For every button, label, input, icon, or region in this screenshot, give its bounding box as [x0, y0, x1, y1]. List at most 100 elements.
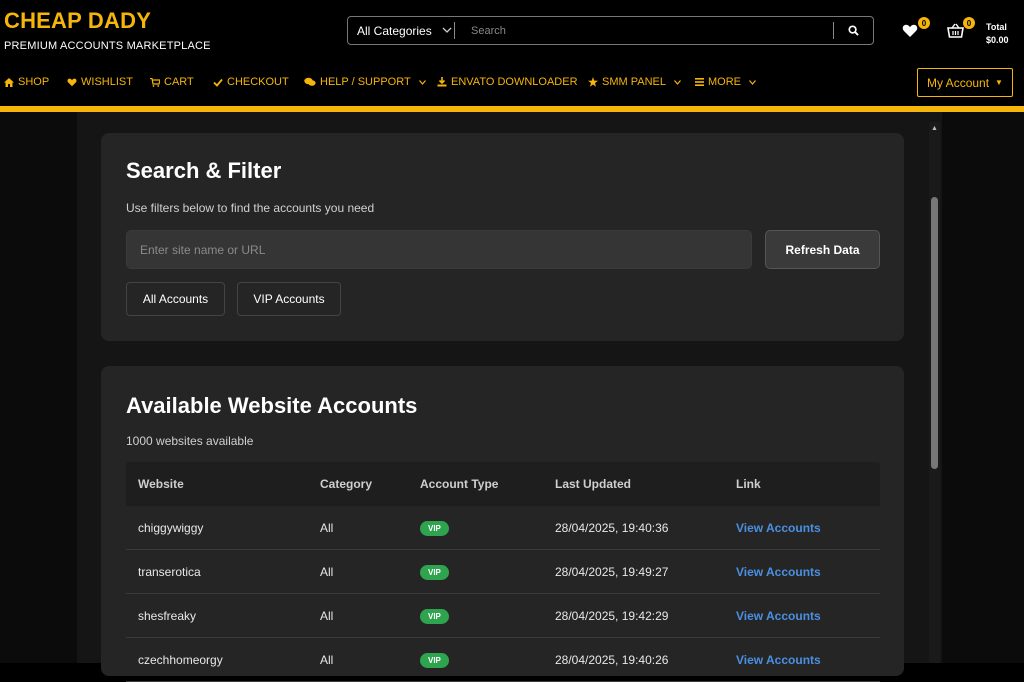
all-accounts-button[interactable]: All Accounts: [126, 282, 225, 316]
scroll-up-arrow-icon[interactable]: ▲: [929, 122, 940, 134]
nav-item-smm-panel[interactable]: SMM PANEL: [588, 76, 681, 88]
my-account-button[interactable]: My Account ▼: [917, 68, 1013, 97]
category-select[interactable]: All Categories: [348, 22, 455, 39]
site-search-input[interactable]: [126, 230, 752, 269]
link-cell: View Accounts: [736, 653, 836, 667]
website-cell: chiggywiggy: [138, 520, 204, 535]
category-cell: All: [320, 520, 334, 535]
view-accounts-link[interactable]: View Accounts: [736, 565, 821, 579]
link-cell: View Accounts: [736, 609, 836, 623]
accounts-card: Available Website Accounts 1000 websites…: [101, 366, 904, 682]
nav-item-label: SMM PANEL: [602, 76, 666, 88]
nav-item-more[interactable]: MORE: [695, 76, 756, 88]
cart-count-badge: 0: [963, 17, 975, 29]
search-bar: All Categories: [347, 16, 874, 45]
vip-accounts-button[interactable]: VIP Accounts: [237, 282, 341, 316]
heart-icon: [67, 78, 77, 86]
website-cell: transerotica: [138, 564, 201, 579]
view-accounts-link[interactable]: View Accounts: [736, 653, 821, 667]
home-icon: [4, 77, 14, 87]
refresh-data-button[interactable]: Refresh Data: [765, 230, 880, 269]
caret-down-icon: ▼: [995, 78, 1003, 87]
search-icon: [848, 25, 859, 36]
heart-icon: [902, 24, 918, 37]
chevron-down-icon: [674, 79, 681, 85]
category-cell: All: [320, 608, 334, 623]
category-select-label: All Categories: [357, 23, 432, 38]
wishlist-button[interactable]: 0: [902, 17, 930, 42]
search-input[interactable]: [455, 17, 833, 44]
cart-icon: [150, 77, 160, 87]
table-row: shesfreaky All VIP 28/04/2025, 19:42:29 …: [126, 594, 880, 638]
nav-item-label: HELP / SUPPORT: [320, 76, 411, 88]
search-filter-card: Search & Filter Use filters below to fin…: [101, 133, 904, 341]
site-header: CHEAP DADY PREMIUM ACCOUNTS MARKETPLACE …: [0, 0, 1024, 60]
page-scrollbar[interactable]: ▲: [929, 122, 940, 663]
download-icon: [437, 77, 447, 87]
cart-total-value: $0.00: [986, 35, 1009, 45]
search-button[interactable]: [833, 22, 873, 39]
nav-item-wishlist[interactable]: WISHLIST: [67, 76, 133, 88]
column-header-link: Link: [736, 477, 761, 491]
table-row: chiggywiggy All VIP 28/04/2025, 19:40:36…: [126, 506, 880, 550]
chat-icon: [304, 77, 316, 86]
column-header-website[interactable]: Website: [138, 477, 332, 491]
nav-item-label: ENVATO DOWNLOADER: [451, 76, 578, 88]
link-cell: View Accounts: [736, 521, 836, 535]
basket-icon: [947, 23, 964, 38]
websites-count: 1000 websites available: [126, 434, 254, 448]
chevron-down-icon: [418, 79, 426, 85]
vip-badge: VIP: [420, 652, 449, 668]
column-header-category[interactable]: Category: [320, 477, 420, 491]
website-cell: czechhomeorgy: [138, 652, 223, 667]
nav-item-label: WISHLIST: [81, 76, 133, 88]
nav-item-label: MORE: [708, 76, 741, 88]
table-row: transerotica All VIP 28/04/2025, 19:49:2…: [126, 550, 880, 594]
view-accounts-link[interactable]: View Accounts: [736, 521, 821, 535]
accounts-table: Website Category Account Type Last Updat…: [126, 462, 880, 682]
view-accounts-link[interactable]: View Accounts: [736, 609, 821, 623]
card-title: Search & Filter: [126, 158, 282, 183]
last-updated-cell: 28/04/2025, 19:49:27: [555, 564, 669, 579]
my-account-label: My Account: [927, 75, 990, 90]
card-title: Available Website Accounts: [126, 393, 418, 418]
column-header-account-type[interactable]: Account Type: [420, 477, 555, 491]
chevron-down-icon: [442, 25, 452, 36]
category-cell: All: [320, 652, 334, 667]
nav-item-cart[interactable]: CART: [150, 76, 194, 88]
website-cell: shesfreaky: [138, 608, 197, 623]
bars-icon: [695, 78, 704, 86]
last-updated-cell: 28/04/2025, 19:42:29: [555, 608, 669, 623]
chevron-down-icon: [749, 79, 756, 85]
category-cell: All: [320, 564, 334, 579]
nav-item-label: SHOP: [18, 76, 50, 88]
vip-badge: VIP: [420, 520, 449, 536]
check-icon: [213, 78, 223, 87]
nav-item-help-support[interactable]: HELP / SUPPORT: [304, 76, 426, 88]
cart-total-label: Total: [986, 22, 1007, 32]
vip-badge: VIP: [420, 564, 449, 580]
account-type-cell: VIP: [420, 564, 555, 580]
column-header-last-updated[interactable]: Last Updated: [555, 477, 736, 491]
page-gutter-left: [0, 112, 77, 663]
account-type-cell: VIP: [420, 652, 555, 668]
page-gutter-right: [942, 112, 1024, 663]
scrollbar-thumb[interactable]: [931, 197, 938, 469]
account-type-cell: VIP: [420, 608, 555, 624]
table-header: Website Category Account Type Last Updat…: [126, 462, 880, 506]
last-updated-cell: 28/04/2025, 19:40:26: [555, 652, 669, 667]
vip-badge: VIP: [420, 608, 449, 624]
table-row: czechhomeorgy All VIP 28/04/2025, 19:40:…: [126, 638, 880, 682]
nav-item-checkout[interactable]: CHECKOUT: [213, 76, 289, 88]
brand-subtitle: PREMIUM ACCOUNTS MARKETPLACE: [4, 40, 211, 52]
nav-item-label: CHECKOUT: [227, 76, 289, 88]
main-nav: SHOP WISHLIST CART CHECKOUT HELP / SUPPO…: [0, 60, 1024, 106]
nav-item-envato-downloader[interactable]: ENVATO DOWNLOADER: [437, 76, 578, 88]
link-cell: View Accounts: [736, 565, 836, 579]
last-updated-cell: 28/04/2025, 19:40:36: [555, 520, 669, 535]
nav-item-label: CART: [164, 76, 194, 88]
cart-button[interactable]: 0: [947, 17, 975, 42]
wishlist-count-badge: 0: [918, 17, 930, 29]
brand-title[interactable]: CHEAP DADY: [4, 8, 151, 34]
nav-item-shop[interactable]: SHOP: [4, 76, 49, 88]
